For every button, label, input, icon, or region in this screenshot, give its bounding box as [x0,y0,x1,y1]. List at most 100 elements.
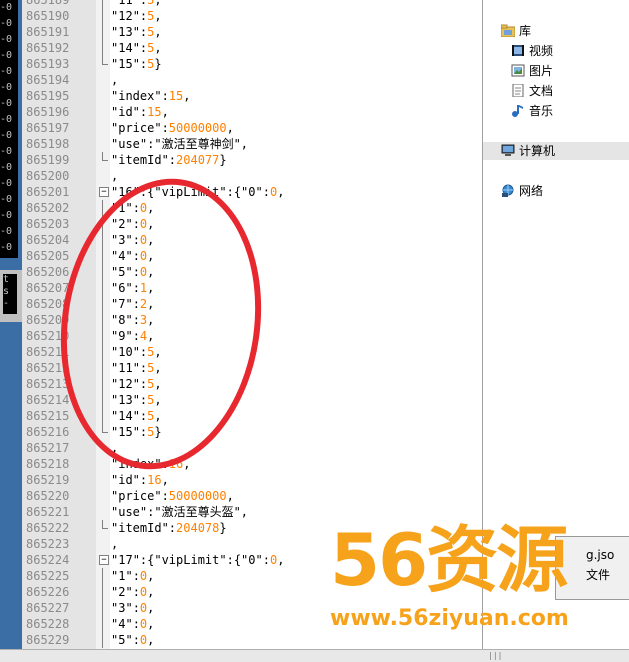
console-line: -0 [0,98,13,109]
code-line[interactable]: 865194, [22,72,482,88]
library-folder-icon [500,24,516,38]
line-number: 865217 [26,441,70,455]
console-line: -0 [0,130,13,141]
console-strip-line: t [3,274,10,285]
line-number: 865200 [26,169,70,183]
code-line[interactable]: 865197 "price":50000000, [22,120,482,136]
console-line: -0 [0,146,13,157]
fold-line [102,8,103,24]
line-number: 865190 [26,9,70,23]
line-number: 865189 [26,0,70,7]
music-label: 音乐 [529,104,554,118]
code-line[interactable]: 865219 "id":16, [22,472,482,488]
line-number: 865220 [26,489,70,503]
watermark-url: www.56ziyuan.com [330,606,569,631]
documents-label: 文档 [529,84,554,98]
line-number: 865222 [26,521,70,535]
code-line[interactable]: 865217, [22,440,482,456]
line-number: 865221 [26,505,70,519]
fold-line [102,0,103,8]
tree-item-network[interactable]: 网络 [501,182,543,200]
line-number: 865218 [26,457,70,471]
fold-toggle-icon[interactable]: − [99,187,109,197]
line-number: 865228 [26,617,70,631]
code-text: , [111,73,119,87]
code-text: "price":50000000, [111,489,234,503]
computer-label: 计算机 [519,144,556,158]
code-text: "price":50000000, [111,121,234,135]
console-line: -0 [0,194,13,205]
code-line[interactable]: 865196 "id":15, [22,104,482,120]
code-text: "2":0, [111,585,155,599]
line-number: 865197 [26,121,70,135]
line-number: 865195 [26,89,70,103]
network-icon [501,184,515,197]
tree-item-pictures[interactable]: 图片 [511,62,553,80]
watermark: 56资源 www.56ziyuan.com [330,520,625,640]
line-number: 865196 [26,105,70,119]
code-text: "15":5} [111,57,162,71]
code-line[interactable]: 865202 "1":0, [22,200,482,216]
code-line[interactable]: 865191 "13":5, [22,24,482,40]
code-line[interactable]: 865195 "index":15, [22,88,482,104]
code-line[interactable]: 865201− "16":{"vipLimit":{"0":0, [22,184,482,200]
code-line[interactable]: 865200, [22,168,482,184]
line-number: 865193 [26,57,70,71]
code-text: "itemId":204077} [111,153,227,167]
code-line[interactable]: 865193 "15":5} [22,56,482,72]
code-line[interactable]: 865192 "14":5, [22,40,482,56]
console-line: -0 [0,178,13,189]
line-number: 865192 [26,41,70,55]
tree-item-documents[interactable]: 文档 [511,82,553,100]
fold-toggle-icon[interactable]: − [99,555,109,565]
line-number: 865223 [26,537,70,551]
code-line[interactable]: 865220 "price":50000000, [22,488,482,504]
scroll-grip-icon: ||| [488,651,503,660]
pictures-label: 图片 [529,64,554,78]
code-text: "12":5, [111,9,162,23]
console-line: -0 [0,162,13,173]
console-strip-line: s [3,286,10,297]
computer-icon [501,144,515,157]
line-number: 865199 [26,153,70,167]
videos-label: 视频 [529,44,554,58]
fold-line [102,616,103,632]
console-line: -0 [0,2,13,13]
fold-line [102,584,103,600]
code-line[interactable]: 865190 "12":5, [22,8,482,24]
code-text: "use":"激活至尊头盔", [111,505,249,519]
line-number: 865219 [26,473,70,487]
code-text: "itemId":204078} [111,521,227,535]
line-number: 865198 [26,137,70,151]
line-number: 865224 [26,553,70,567]
console-line: -0 [0,18,13,29]
tree-item-videos[interactable]: 视频 [511,42,553,60]
horizontal-scrollbar[interactable]: ||| [0,649,629,662]
console-line: -0 [0,66,13,77]
code-text: "1":0, [111,569,155,583]
code-text: , [111,169,119,183]
code-line[interactable]: 865189 "11":5, [22,0,482,8]
fold-line [102,632,103,648]
line-number: 865229 [26,633,70,647]
console-line: -0 [0,82,13,93]
music-icon [511,104,525,117]
library-label: 库 [519,24,532,38]
line-number: 865202 [26,201,70,215]
picture-icon [511,64,525,77]
tree-item-music[interactable]: 音乐 [511,102,553,120]
code-text: "17":{"vipLimit":{"0":0, [111,553,285,567]
console-strip-line: - [3,298,10,309]
tree-item-computer[interactable]: 计算机 [483,142,629,160]
line-number: 865226 [26,585,70,599]
code-text: "14":5, [111,41,162,55]
console-strip: ts- [0,270,22,322]
code-line[interactable]: 865218 "index":16, [22,456,482,472]
code-line[interactable]: 865198 "use":"激活至尊神剑", [22,136,482,152]
line-number: 865194 [26,73,70,87]
code-line[interactable]: 865199 "itemId":204077} [22,152,482,168]
code-text: "5":0, [111,633,155,647]
code-text: "use":"激活至尊神剑", [111,137,249,151]
console-line: -0 [0,50,13,61]
tree-item-library[interactable]: 库 [500,22,532,40]
